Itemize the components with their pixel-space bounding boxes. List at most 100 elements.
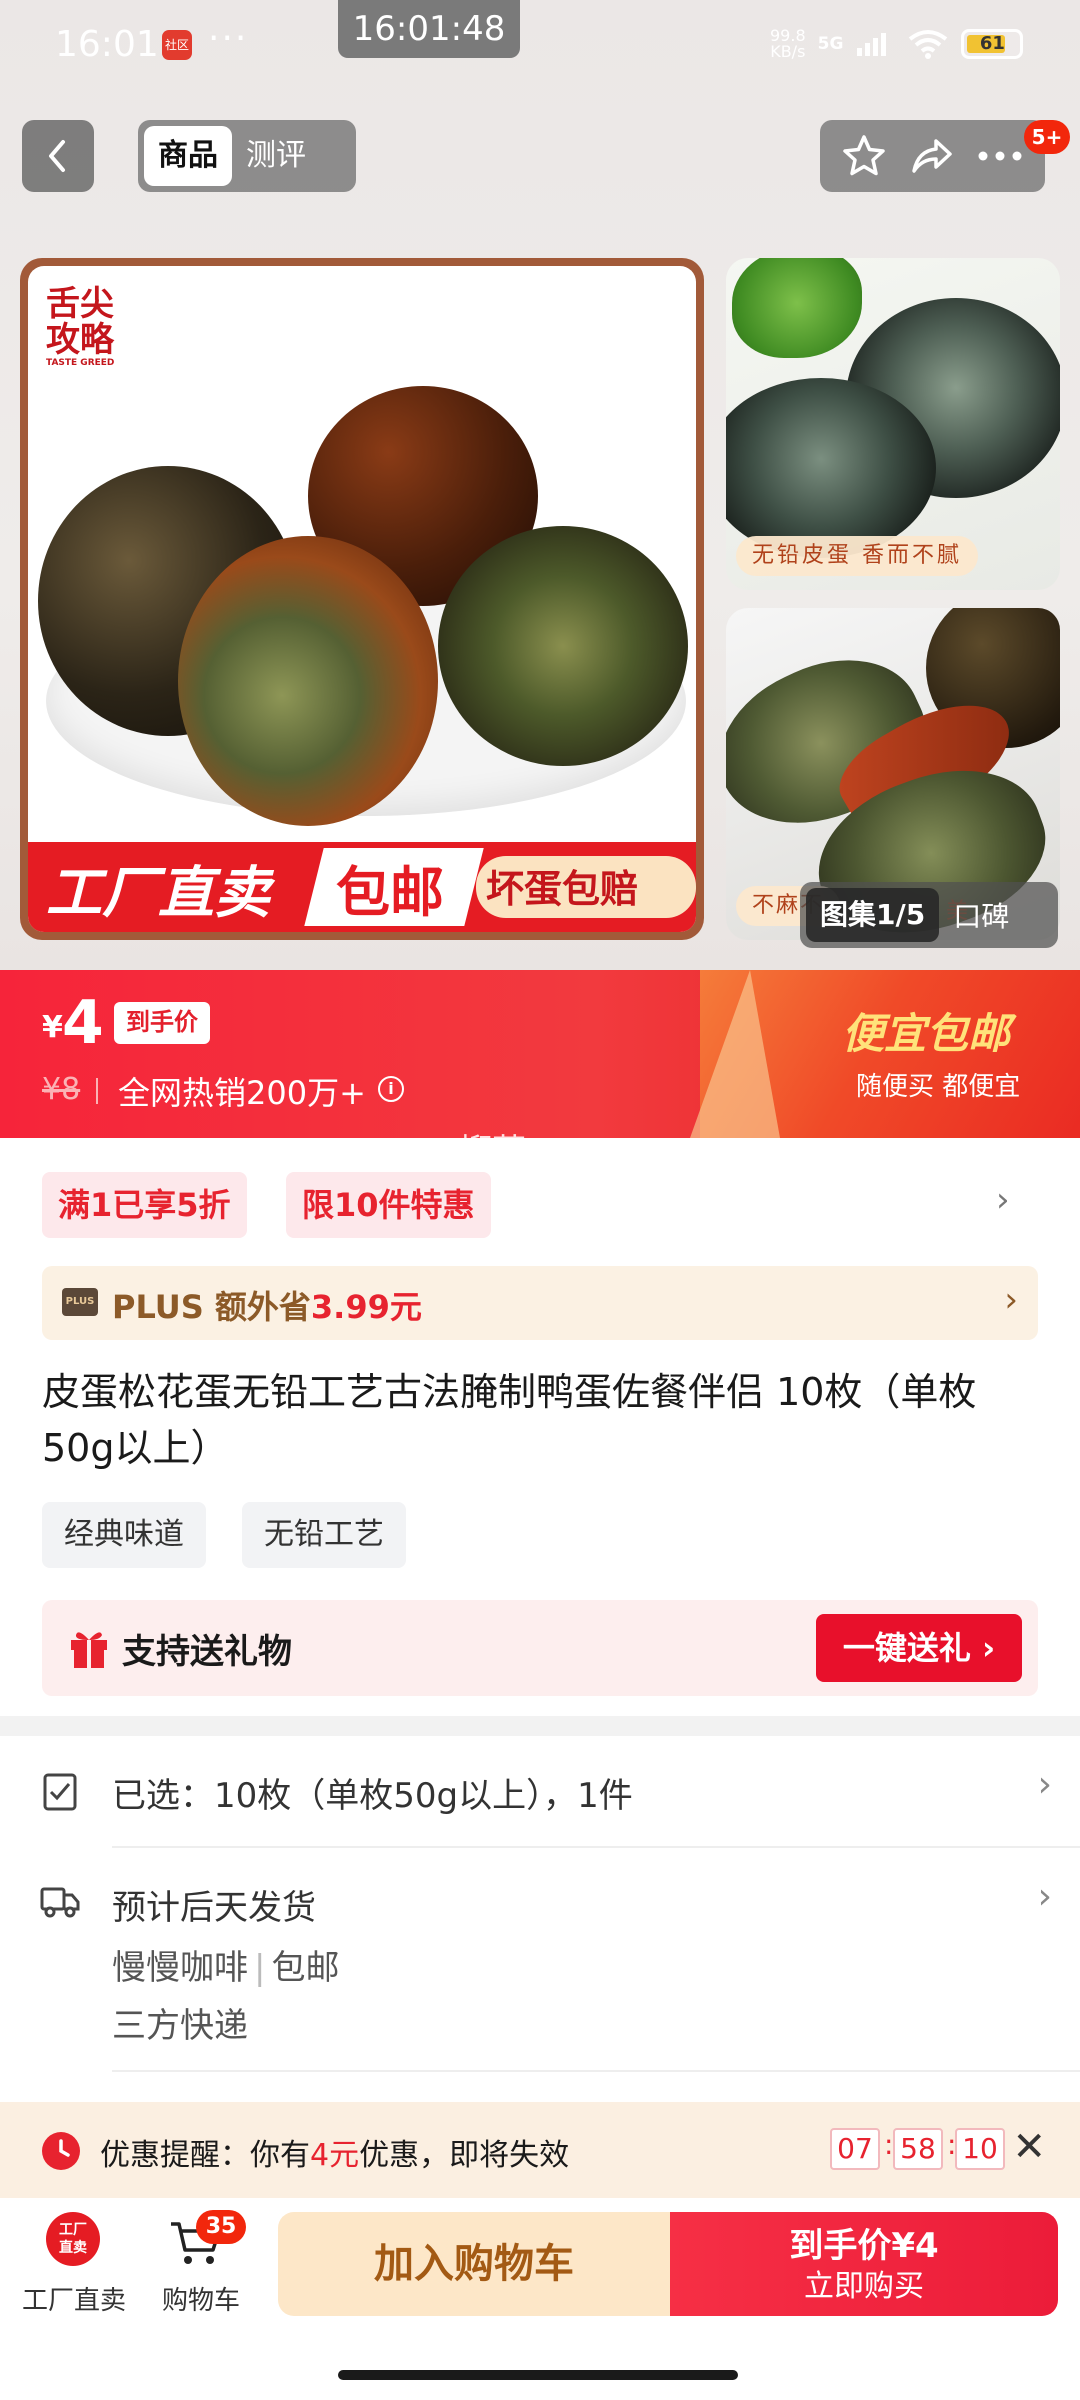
countdown-minutes: 58 — [893, 2128, 943, 2170]
countdown-hours: 07 — [830, 2128, 880, 2170]
coupon-discount[interactable]: 满1已享5折 — [42, 1172, 247, 1238]
lightning-decoration — [690, 970, 780, 1138]
cart-label[interactable]: 购物车 — [162, 2280, 240, 2317]
message-badge: 5+ — [1024, 120, 1070, 154]
truck-icon — [40, 1887, 80, 1918]
network-type: 5G — [817, 34, 844, 54]
promo-factory-direct: 工厂直卖 — [46, 861, 270, 926]
watermark-text: 榴莲_ — [458, 1132, 543, 1172]
brand-logo: 舌尖攻略 TASTE GREED — [46, 286, 126, 376]
tab-product[interactable]: 商品 — [144, 126, 232, 186]
thumbnail-image-1[interactable]: 无铅皮蛋 香而不腻 — [726, 258, 1060, 590]
promo-banner: 工厂直卖 包邮 坏蛋包赔 — [28, 842, 696, 932]
selection-icon — [43, 1773, 77, 1811]
share-icon[interactable] — [908, 133, 954, 179]
gift-icon — [71, 1632, 107, 1668]
back-button[interactable] — [22, 120, 94, 192]
clock-icon — [42, 2132, 80, 2170]
plus-amount: 3.99元 — [310, 1288, 422, 1326]
price-currency: ¥ — [42, 1010, 63, 1045]
battery-icon: 61 — [961, 29, 1024, 59]
buy-now-button[interactable]: 到手价¥4 立即购买 — [670, 2212, 1058, 2316]
chevron-left-icon — [49, 140, 65, 172]
factory-direct-icon-text: 工厂直卖 — [59, 2222, 87, 2256]
plus-text-prefix: PLUS 额外省 — [112, 1288, 311, 1326]
mint-leaf-graphic — [732, 258, 862, 358]
factory-direct-label[interactable]: 工厂直卖 — [22, 2280, 126, 2317]
status-indicators: 99.8 KB/s 5G 61 — [770, 24, 1024, 64]
section-divider — [0, 1716, 1080, 1736]
chevron-right-icon: › — [1004, 1280, 1018, 1320]
close-icon[interactable]: ✕ — [1012, 2124, 1046, 2170]
shipping-row[interactable]: 预计后天发货 › 慢慢咖啡 | 包邮 三方快递 — [0, 1848, 1080, 2070]
carrier-text: 三方快递 — [112, 2006, 248, 2046]
brand-logo-text: 舌尖攻略 — [46, 284, 114, 360]
chevron-right-icon: › — [1037, 1876, 1052, 1917]
network-speed-unit: KB/s — [770, 42, 806, 61]
egg-graphic — [438, 526, 688, 766]
reminder-amount: 4元 — [310, 2138, 360, 2173]
price-separator — [96, 1078, 98, 1104]
app-notification-badge: 社区 — [162, 30, 192, 60]
coupon-limited[interactable]: 限10件特惠 — [286, 1172, 491, 1238]
shop-name: 慢慢咖啡 — [112, 1948, 248, 1988]
buy-now-price: 到手价¥4 — [789, 2226, 939, 2266]
product-tag[interactable]: 经典味道 — [42, 1502, 206, 1568]
discount-reminder: 优惠提醒：你有4元优惠，即将失效 07 : 58 : 10 ✕ — [0, 2102, 1080, 2198]
top-actions — [820, 120, 1045, 192]
product-title: 皮蛋松花蛋无铅工艺古法腌制鸭蛋佐餐伴侣 10枚（单枚50g以上） — [42, 1370, 977, 1470]
row-divider — [112, 2070, 1080, 2072]
plus-logo: PLUS — [62, 1288, 98, 1316]
gallery-tab-images[interactable]: 图集1/5 — [806, 888, 940, 942]
reminder-prefix: 优惠提醒：你有 — [100, 2138, 310, 2173]
free-shipping-label: 包邮 — [271, 1948, 340, 1988]
main-product-image[interactable]: 舌尖攻略 TASTE GREED 工厂直卖 包邮 坏蛋包赔 — [20, 258, 704, 940]
plus-savings-text: PLUS 额外省3.99元 — [112, 1282, 422, 1328]
send-gift-button[interactable]: 一键送礼 › — [816, 1614, 1022, 1682]
network-speed: 99.8 KB/s — [770, 28, 806, 60]
plus-savings-bar[interactable]: PLUS PLUS 额外省3.99元 › — [42, 1266, 1038, 1340]
home-indicator[interactable] — [338, 2370, 738, 2380]
bottom-action-bar: 工厂直卖 工厂直卖 35 购物车 加入购物车 到手价¥4 立即购买 — [0, 2198, 1080, 2400]
cart-count-badge: 35 — [196, 2210, 246, 2244]
star-icon[interactable] — [841, 133, 887, 179]
add-to-cart-button[interactable]: 加入购物车 — [278, 2212, 670, 2316]
main-image-content: 舌尖攻略 TASTE GREED 工厂直卖 包邮 坏蛋包赔 — [28, 266, 696, 932]
shop-info: 慢慢咖啡 | 包邮 — [112, 1948, 340, 1988]
info-icon[interactable]: i — [378, 1076, 404, 1102]
hot-sale-text: 全网热销200万+ — [118, 1074, 366, 1112]
shipping-estimate: 预计后天发货 — [112, 1888, 316, 1928]
gift-text: 支持送礼物 — [122, 1632, 292, 1672]
status-more-icon: ··· — [208, 18, 249, 59]
selection-row[interactable]: 已选：10枚（单枚50g以上），1件 › — [0, 1736, 1080, 1846]
reminder-text: 优惠提醒：你有4元优惠，即将失效 — [100, 2130, 569, 2174]
product-tag[interactable]: 无铅工艺 — [242, 1502, 406, 1568]
promo-guarantee: 坏蛋包赔 — [486, 867, 639, 911]
coupon-chevron-icon[interactable]: › — [996, 1180, 1010, 1220]
original-price: ¥8 — [42, 1072, 81, 1107]
signal-icon — [857, 33, 887, 56]
more-icon[interactable] — [975, 146, 1025, 166]
wifi-icon — [909, 30, 948, 59]
chevron-right-icon: › — [1037, 1764, 1052, 1805]
selection-text: 已选：10枚（单枚50g以上），1件 — [112, 1776, 633, 1816]
gallery-tab-reviews[interactable]: 口碑 — [953, 895, 1009, 935]
promo-free-ship: 包邮 — [336, 861, 444, 924]
promo-subtitle: 随便买 都便宜 — [856, 1072, 1021, 1102]
tab-review[interactable]: 测评 — [232, 126, 320, 186]
brand-logo-subtext: TASTE GREED — [46, 358, 115, 368]
buy-now-label: 立即购买 — [804, 2269, 924, 2304]
egg-graphic — [178, 536, 438, 826]
top-tabs: 商品 测评 — [138, 120, 356, 192]
battery-level: 61 — [979, 33, 1005, 54]
price-value: 4 — [62, 988, 104, 1058]
clock-pill: 16:01:48 — [338, 0, 520, 58]
factory-direct-icon[interactable]: 工厂直卖 — [46, 2212, 100, 2266]
gift-bar: 支持送礼物 一键送礼 › — [42, 1600, 1038, 1696]
reminder-suffix: 优惠，即将失效 — [359, 2138, 570, 2173]
status-time: 16:01 — [55, 24, 159, 65]
gallery-tabs: 图集1/5 口碑 — [800, 882, 1058, 948]
promo-title: 便宜包邮 — [842, 1009, 1011, 1058]
thumbnail-caption-1: 无铅皮蛋 香而不腻 — [736, 536, 978, 576]
price-tag: 到手价 — [114, 1002, 210, 1044]
